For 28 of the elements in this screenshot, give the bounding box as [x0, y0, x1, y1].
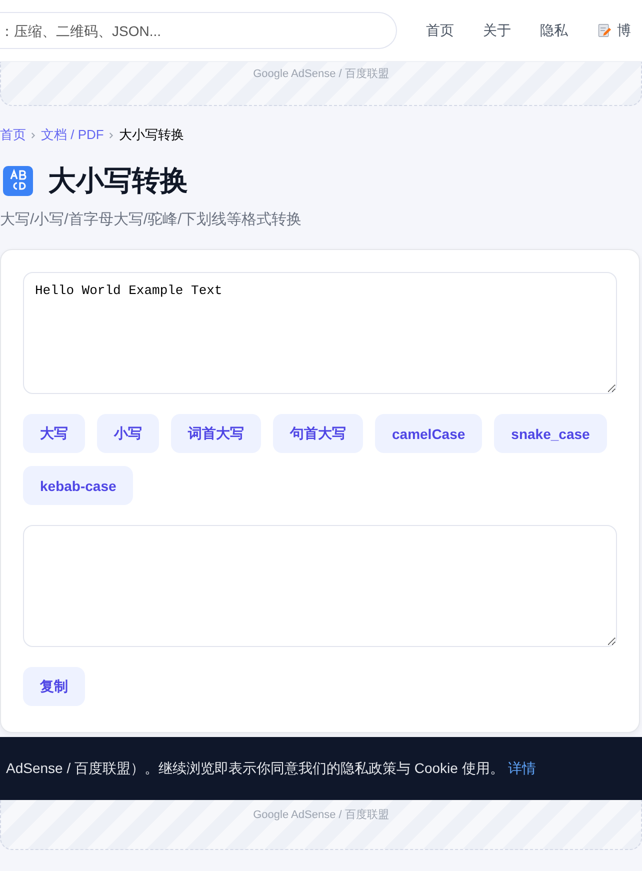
letters-icon [3, 166, 33, 196]
convert-button[interactable]: 词首大写 [171, 414, 261, 453]
ad-label: Google AdSense / 百度联盟 [253, 66, 389, 81]
page-subtitle: 大写/小写/首字母大写/驼峰/下划线等格式转换 [0, 210, 303, 229]
convert-button[interactable]: 小写 [97, 414, 159, 453]
breadcrumb-current: 大小写转换 [118, 126, 184, 144]
breadcrumb-link[interactable]: 首页 [0, 126, 26, 144]
nav-link[interactable]: 博 [597, 22, 631, 40]
details-link[interactable]: 详情 [508, 760, 536, 778]
copy-button[interactable]: 复制 [23, 667, 85, 706]
page-title: 大小写转换 [48, 164, 188, 198]
memo-icon [597, 23, 611, 38]
breadcrumb-link[interactable]: 文档 / PDF [41, 126, 104, 144]
convert-button[interactable]: camelCase [375, 414, 482, 453]
chevron-icon [108, 132, 114, 138]
ad-label: Google AdSense / 百度联盟 [253, 808, 389, 822]
nav-link[interactable]: 关于 [483, 22, 511, 40]
search-field[interactable]: ：压缩、二维码、JSON... [0, 12, 397, 49]
cookie-notice: AdSense / 百度联盟）。继续浏览即表示你同意我们的隐私政策与 Cookie 使用。 [6, 760, 504, 778]
convert-button[interactable]: 句首大写 [273, 414, 363, 453]
nav-link[interactable]: 隐私 [540, 22, 568, 40]
input-field[interactable]: Hello World Example Text [23, 272, 617, 394]
convert-button[interactable]: 大写 [23, 414, 85, 453]
nav-link[interactable]: 首页 [426, 22, 454, 40]
chevron-icon [31, 132, 36, 138]
convert-button[interactable]: snake_case [494, 414, 607, 453]
convert-button[interactable]: kebab-case [23, 466, 134, 505]
output-field[interactable] [23, 525, 617, 647]
